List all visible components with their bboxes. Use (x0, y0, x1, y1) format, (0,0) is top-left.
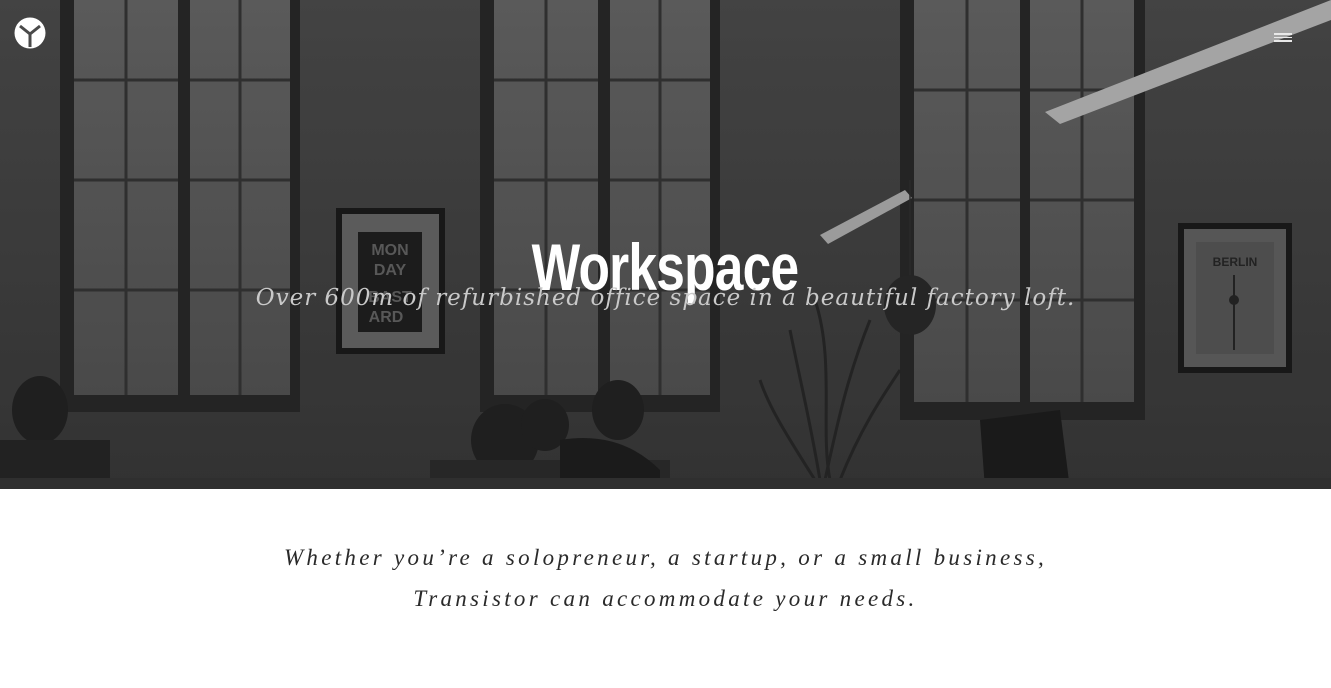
transistor-logo-icon[interactable] (14, 17, 46, 49)
hero-subtitle: Over 600m of refurbished office space in… (255, 285, 1076, 311)
hamburger-menu-icon[interactable] (1271, 29, 1295, 45)
hero-section: MON DAY BAST ARD BERLIN Workspace Over 6… (0, 0, 1331, 489)
intro-text-line-2: Transistor can accommodate your needs. (413, 586, 918, 611)
intro-text-line-1: Whether you’re a solopreneur, a startup,… (283, 545, 1048, 570)
menu-bar (1274, 36, 1292, 38)
intro-section: Whether you’re a solopreneur, a startup,… (0, 489, 1331, 688)
menu-bar (1274, 40, 1292, 42)
menu-bar (1274, 33, 1292, 35)
